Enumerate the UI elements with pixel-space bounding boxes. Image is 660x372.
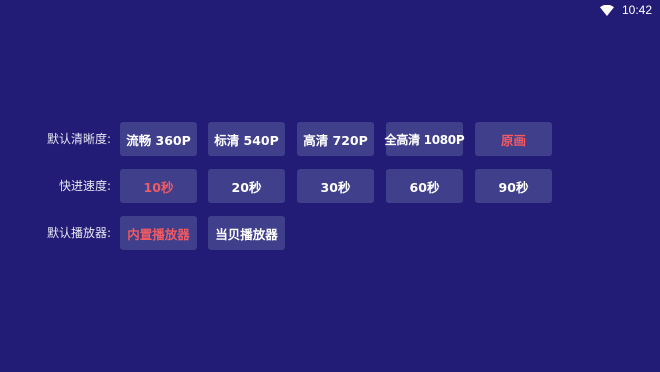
seek-option-10s[interactable]: 10秒: [120, 169, 197, 203]
player-label: 默认播放器:: [46, 226, 111, 240]
status-clock: 10:42: [621, 3, 652, 17]
player-row: 默认播放器: 内置播放器 当贝播放器: [0, 216, 660, 250]
player-option-builtin[interactable]: 内置播放器: [120, 216, 197, 250]
quality-option-720p[interactable]: 高清 720P: [297, 122, 374, 156]
seek-speed-row: 快进速度: 10秒 20秒 30秒 60秒 90秒: [0, 169, 660, 203]
quality-option-540p[interactable]: 标清 540P: [208, 122, 285, 156]
quality-row: 默认清晰度: 流畅 360P 标清 540P 高清 720P 全高清 1080P…: [0, 122, 660, 156]
status-bar: 10:42: [599, 0, 660, 20]
player-option-dangbei[interactable]: 当贝播放器: [208, 216, 285, 250]
quality-label: 默认清晰度:: [46, 132, 111, 146]
quality-option-original[interactable]: 原画: [475, 122, 552, 156]
wifi-icon: [599, 4, 614, 16]
quality-option-360p[interactable]: 流畅 360P: [120, 122, 197, 156]
quality-option-1080p[interactable]: 全高清 1080P: [385, 122, 465, 156]
seek-option-30s[interactable]: 30秒: [297, 169, 374, 203]
seek-option-90s[interactable]: 90秒: [475, 169, 552, 203]
seek-speed-label: 快进速度:: [58, 179, 111, 193]
seek-option-60s[interactable]: 60秒: [386, 169, 463, 203]
seek-option-20s[interactable]: 20秒: [208, 169, 285, 203]
